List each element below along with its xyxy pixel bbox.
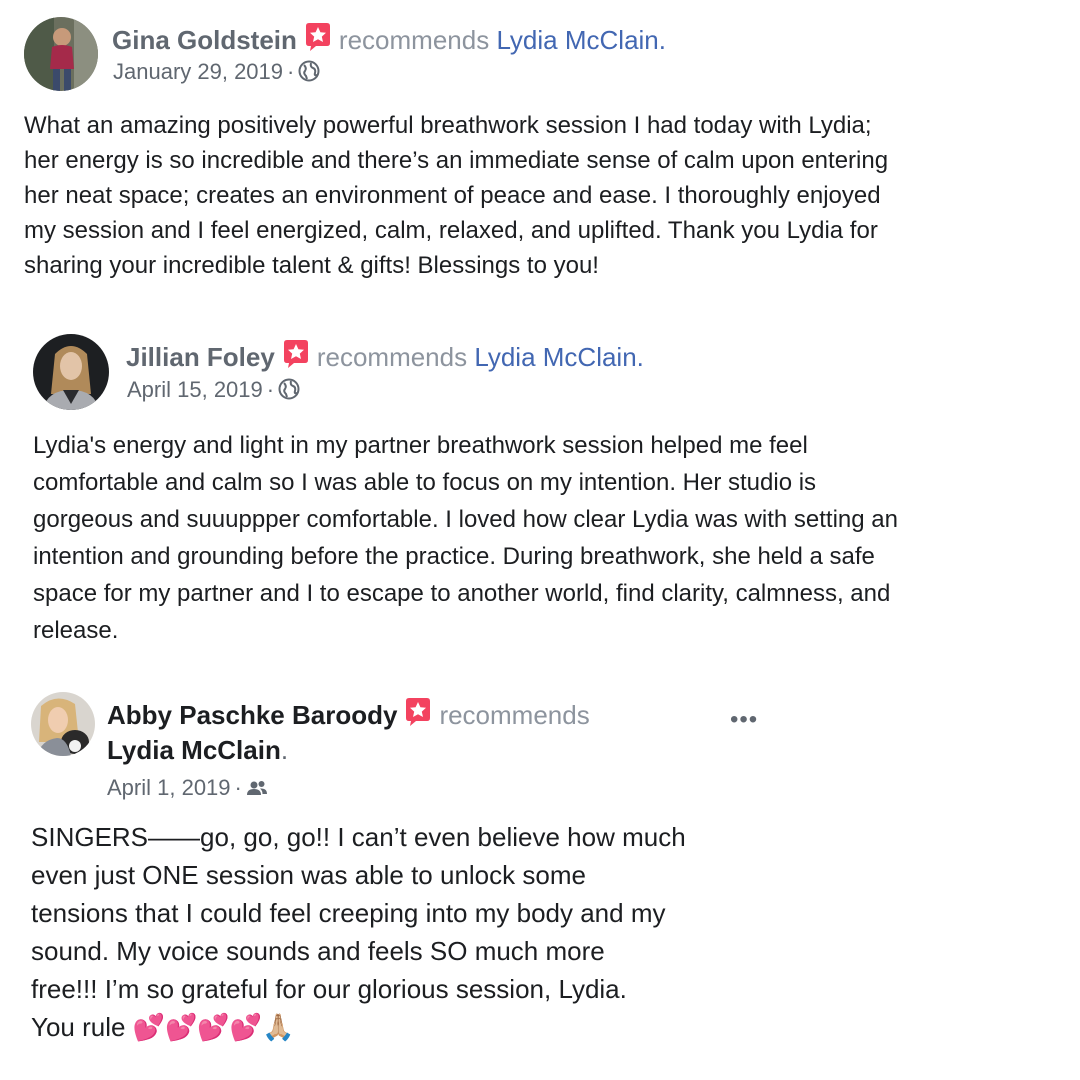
post-meta: April 1, 2019 · <box>107 775 268 804</box>
recommendation-star-icon <box>281 339 311 375</box>
meta-separator: · <box>287 59 295 84</box>
avatar[interactable] <box>24 17 98 91</box>
post-date[interactable]: April 1, 2019 <box>107 775 231 800</box>
post-text: SINGERS——go, go, go!! I can’t even belie… <box>31 822 686 1042</box>
author-name[interactable]: Jillian Foley <box>126 342 275 372</box>
friends-icon[interactable] <box>246 778 268 804</box>
recommended-page-link[interactable]: Lydia McClain <box>474 342 636 372</box>
recommends-label: recommends <box>338 25 490 55</box>
post-date[interactable]: January 29, 2019 <box>113 59 283 84</box>
post-header-line-2: Lydia McClain. <box>107 735 288 765</box>
recommendation-star-icon <box>403 697 433 733</box>
recommends-label: recommends <box>316 342 468 372</box>
meta-separator: · <box>234 775 242 800</box>
recommends-label: recommends <box>439 700 590 730</box>
target-suffix: . <box>658 25 666 55</box>
post-text: Lydia's energy and light in my partner b… <box>33 432 898 644</box>
post-meta: April 15, 2019 · <box>127 377 300 406</box>
recommendation-post-3: Abby Paschke Baroody recommends Lydia McC… <box>0 680 1080 1080</box>
post-meta: January 29, 2019 · <box>113 59 320 88</box>
globe-icon[interactable] <box>298 60 320 88</box>
recommendation-post-2: Jillian Foley recommends Lydia McClain. A… <box>0 320 1080 660</box>
avatar[interactable] <box>31 692 95 756</box>
post-text: What an amazing positively powerful brea… <box>24 112 889 279</box>
post-header: Jillian Foley recommends Lydia McClain. <box>126 339 644 375</box>
recommended-page-link[interactable]: Lydia McClain <box>107 735 281 765</box>
post-date[interactable]: April 15, 2019 <box>127 377 263 402</box>
recommended-page-link[interactable]: Lydia McClain <box>496 25 658 55</box>
target-suffix: . <box>280 735 289 765</box>
target-suffix: . <box>636 342 644 372</box>
recommendation-star-icon <box>303 22 333 58</box>
more-options-button[interactable]: ••• <box>730 706 758 734</box>
post-header: Abby Paschke Baroody recommends <box>107 697 590 733</box>
author-name[interactable]: Abby Paschke Baroody <box>107 700 397 730</box>
avatar[interactable] <box>33 334 109 410</box>
meta-separator: · <box>266 377 275 402</box>
author-name[interactable]: Gina Goldstein <box>112 25 297 55</box>
post-header: Gina Goldstein recommends Lydia McClain. <box>112 22 666 58</box>
globe-icon[interactable] <box>278 378 300 406</box>
recommendation-post-1: Gina Goldstein recommends Lydia McClain. … <box>0 0 1080 300</box>
